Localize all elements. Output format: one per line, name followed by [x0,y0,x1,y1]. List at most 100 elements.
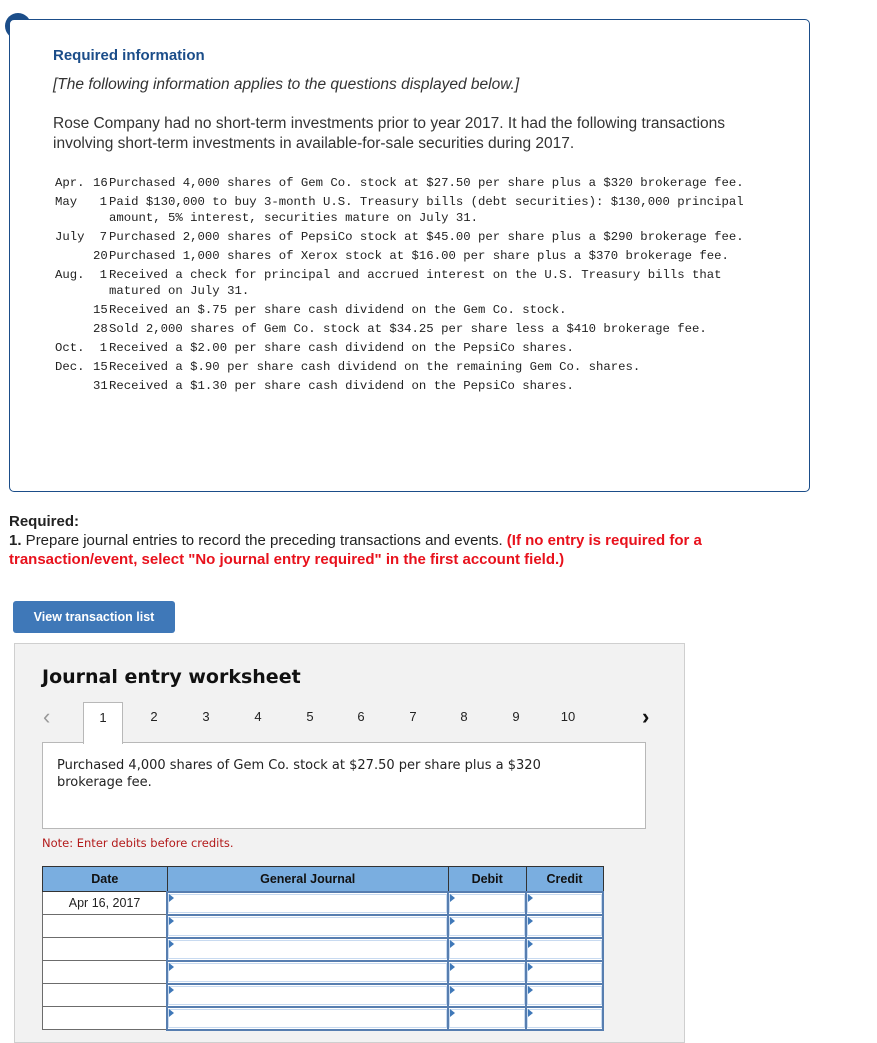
transaction-row: 15 Received an $.75 per share cash divid… [55,302,775,318]
transaction-month: Apr. [55,176,85,190]
date-cell [42,1006,168,1030]
info-title: Required information [53,47,205,64]
debit-header: Debit [447,866,527,892]
transaction-day: 1 [99,341,107,355]
transaction-day: 16 [93,176,108,190]
tab-9[interactable]: 9 [496,702,536,744]
tab-8[interactable]: 8 [444,702,484,744]
required-instructions: 1. Prepare journal entries to record the… [9,531,769,569]
account-input[interactable] [168,962,448,982]
transaction-row: Apr. 16 Purchased 4,000 shares of Gem Co… [55,175,775,191]
dropdown-marker-icon [450,962,456,971]
transaction-month [55,378,93,394]
transaction-day: 15 [93,360,108,374]
date-header: Date [42,866,168,892]
dropdown-marker-icon [450,916,456,925]
transaction-description-box: Purchased 4,000 shares of Gem Co. stock … [42,742,646,829]
credit-input[interactable] [527,916,602,936]
debit-input[interactable] [449,1008,526,1028]
transaction-description: Received a $2.00 per share cash dividend… [109,341,574,355]
credit-input[interactable] [527,893,602,913]
date-cell [42,983,168,1007]
table-row [42,1005,604,1031]
transaction-row: Oct. 1 Received a $2.00 per share cash d… [55,340,775,356]
transaction-day: 31 [93,379,108,393]
tab-5[interactable]: 5 [290,702,330,744]
requirement-text: Prepare journal entries to record the pr… [21,532,507,549]
dropdown-marker-icon [169,893,175,902]
transaction-description: Received an $.75 per share cash dividend… [109,303,567,317]
transaction-day: 20 [93,249,108,263]
credit-input[interactable] [527,939,602,959]
table-row [42,959,604,985]
dropdown-marker-icon [528,939,534,948]
transaction-description-text: Purchased 4,000 shares of Gem Co. stock … [57,758,541,790]
transaction-row: May 1 Paid $130,000 to buy 3-month U.S. … [55,194,775,226]
transaction-description: Received a $.90 per share cash dividend … [109,360,641,374]
chevron-right-icon[interactable]: › [642,702,649,732]
journal-table: Date General Journal Debit Credit Apr 16… [42,866,604,1031]
journal-entry-worksheet: Journal entry worksheet ‹ 1 2 3 4 5 6 7 … [14,643,685,1043]
transaction-description: Purchased 4,000 shares of Gem Co. stock … [109,176,744,190]
general-journal-header: General Journal [166,866,449,892]
chevron-left-icon[interactable]: ‹ [43,702,50,732]
table-row [42,982,604,1008]
info-subtitle: [The following information applies to th… [53,76,520,93]
date-cell: Apr 16, 2017 [42,891,168,915]
date-cell [42,960,168,984]
account-input[interactable] [168,893,448,913]
transaction-description: Purchased 1,000 shares of Xerox stock at… [109,249,729,263]
view-transaction-list-button[interactable]: View transaction list [13,601,175,633]
transaction-row: 31 Received a $1.30 per share cash divid… [55,378,775,394]
dropdown-marker-icon [450,939,456,948]
date-cell [42,937,168,961]
account-input[interactable] [168,939,448,959]
transaction-row: 28 Sold 2,000 shares of Gem Co. stock at… [55,321,775,337]
transaction-month [55,321,93,337]
account-input[interactable] [168,1008,448,1028]
debit-input[interactable] [449,916,526,936]
debit-input[interactable] [449,962,526,982]
debit-input[interactable] [449,985,526,1005]
transaction-description: Paid $130,000 to buy 3-month U.S. Treasu… [109,195,744,225]
dropdown-marker-icon [169,939,175,948]
transaction-row: July 7 Purchased 2,000 shares of PepsiCo… [55,229,775,245]
tab-6[interactable]: 6 [341,702,381,744]
requirement-number: 1. [9,532,22,549]
dropdown-marker-icon [169,916,175,925]
transaction-day: 1 [99,268,107,282]
transaction-day: 7 [99,230,107,244]
dropdown-marker-icon [528,962,534,971]
dropdown-marker-icon [528,916,534,925]
credit-input[interactable] [527,1008,602,1028]
transaction-month: May [55,195,78,209]
dropdown-marker-icon [528,1008,534,1017]
debit-credit-note: Note: Enter debits before credits. [42,836,234,850]
debit-input[interactable] [449,893,526,913]
tab-7[interactable]: 7 [393,702,433,744]
dropdown-marker-icon [169,1008,175,1017]
transaction-month [55,302,93,318]
transaction-row: Dec. 15 Received a $.90 per share cash d… [55,359,775,375]
transaction-list: Apr. 16 Purchased 4,000 shares of Gem Co… [55,175,775,397]
transaction-row: Aug. 1 Received a check for principal an… [55,267,775,299]
credit-input[interactable] [527,985,602,1005]
tab-4[interactable]: 4 [238,702,278,744]
credit-input[interactable] [527,962,602,982]
transaction-row: 20 Purchased 1,000 shares of Xerox stock… [55,248,775,264]
info-paragraph: Rose Company had no short-term investmen… [53,115,726,152]
table-row [42,936,604,962]
dropdown-marker-icon [528,893,534,902]
required-information-panel: Required information [The following info… [9,19,810,492]
transaction-description: Received a check for principal and accru… [109,268,722,298]
tab-3[interactable]: 3 [186,702,226,744]
tab-10[interactable]: 10 [548,702,588,744]
tab-2[interactable]: 2 [134,702,174,744]
transaction-description: Sold 2,000 shares of Gem Co. stock at $3… [109,322,707,336]
account-input[interactable] [168,985,448,1005]
transaction-day: 28 [93,322,108,336]
tab-1[interactable]: 1 [83,702,123,744]
account-input[interactable] [168,916,448,936]
transaction-month: Oct. [55,341,85,355]
debit-input[interactable] [449,939,526,959]
